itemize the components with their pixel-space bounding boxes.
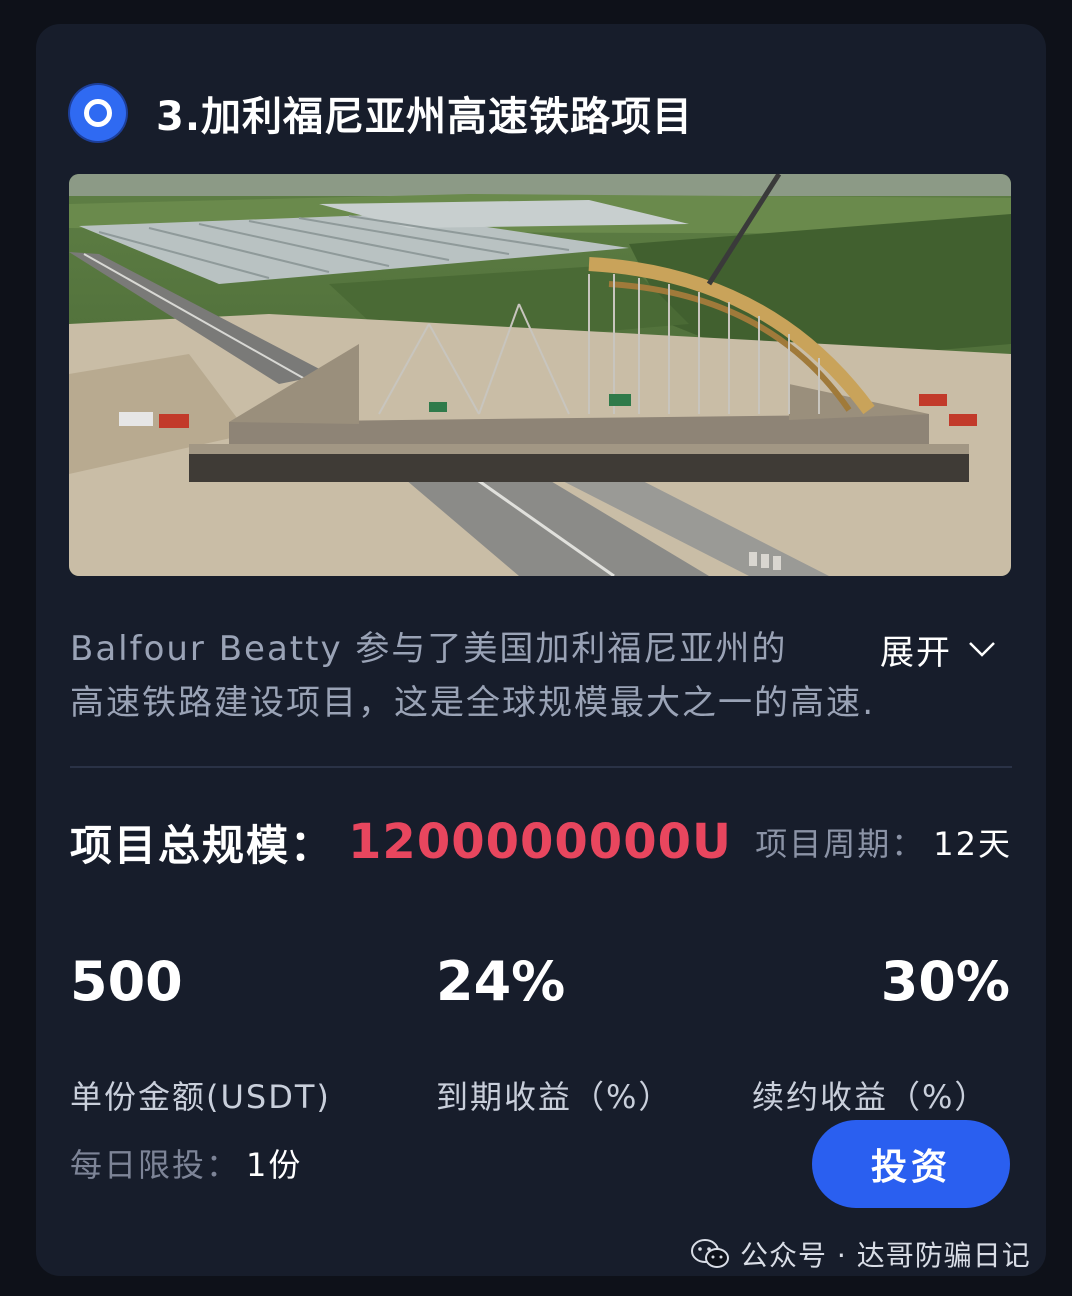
- project-description: Balfour Beatty 参与了美国加利福尼亚州的 高速铁路建设项目，这是全…: [70, 622, 870, 730]
- scale-value: 1200000000U: [348, 814, 732, 870]
- period-value: 12天: [933, 825, 1012, 863]
- stat-renewal-yield: 30% 续约收益（%）: [752, 950, 1010, 1118]
- project-title: 3.加利福尼亚州高速铁路项目: [156, 94, 694, 140]
- project-card: 3.加利福尼亚州高速铁路项目 Balfour Beatty 参与了美国加利福尼亚…: [36, 24, 1046, 1276]
- scale-row: 项目总规模： 1200000000U 项目周期： 12天: [70, 814, 1012, 870]
- scale-label: 项目总规模：: [70, 820, 335, 870]
- stat-caption: 单份金额(USDT): [70, 1078, 331, 1116]
- period-label: 项目周期：: [755, 825, 926, 863]
- limit-label: 每日限投：: [70, 1146, 241, 1184]
- limit-value: 1份: [246, 1146, 303, 1184]
- stat-value: 24%: [436, 950, 566, 1013]
- watermark-text: 公众号 · 达哥防骗日记: [740, 1239, 1031, 1272]
- invest-button[interactable]: 投资: [812, 1120, 1010, 1208]
- watermark: 公众号 · 达哥防骗日记: [690, 1234, 1031, 1274]
- project-period: 项目周期： 12天: [755, 819, 1012, 865]
- daily-limit: 每日限投： 1份: [70, 1138, 302, 1188]
- description-line-2: 高速铁路建设项目，这是全球规模最大之一的高速…: [70, 683, 870, 723]
- card-header: 3.加利福尼亚州高速铁路项目: [70, 84, 693, 142]
- description-line-1: Balfour Beatty 参与了美国加利福尼亚州的: [70, 629, 788, 669]
- project-photo: [69, 174, 1011, 576]
- ring-icon: [70, 85, 126, 141]
- expand-label: 展开: [880, 632, 952, 673]
- stat-value: 500: [70, 950, 183, 1013]
- stat-value: 30%: [880, 950, 1010, 1013]
- stat-caption: 到期收益（%）: [436, 1078, 673, 1116]
- divider: [70, 766, 1012, 768]
- stat-caption: 续约收益（%）: [752, 1078, 989, 1116]
- expand-button[interactable]: 展开: [880, 622, 998, 676]
- stat-unit-amount: 500 单份金额(USDT): [70, 950, 331, 1118]
- chevron-down-icon: [969, 642, 995, 657]
- stat-maturity-yield: 24% 到期收益（%）: [436, 950, 672, 1118]
- wechat-icon: [691, 1239, 729, 1268]
